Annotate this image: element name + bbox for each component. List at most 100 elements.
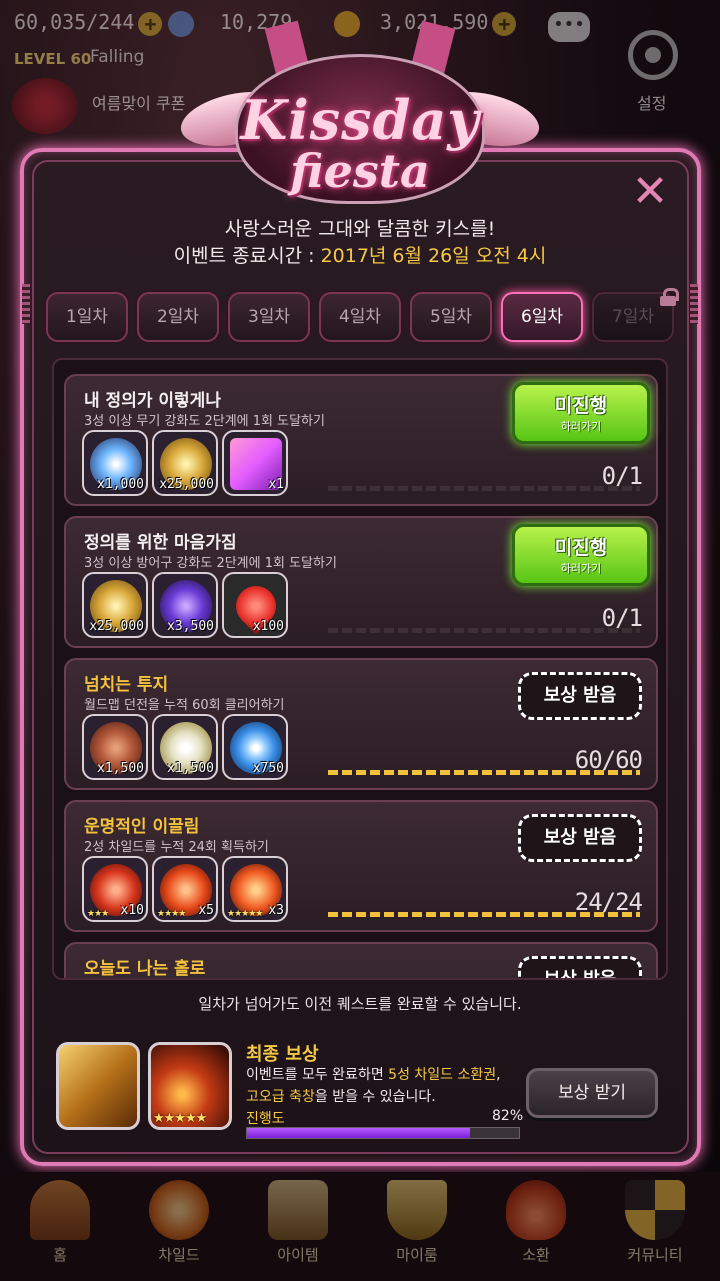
reward-claimed-button[interactable]: 보상 받음: [518, 814, 642, 862]
celebration-item-card-icon[interactable]: ★★★★★: [148, 1042, 232, 1130]
reward-count: x3: [268, 903, 284, 918]
quest-progress-bar: [328, 628, 640, 633]
nav-child[interactable]: 차일드: [124, 1180, 234, 1280]
desc-text: ,: [496, 1067, 501, 1083]
nav-label: 커뮤니티: [627, 1246, 683, 1264]
reward-slot[interactable]: ★★★★ x5: [152, 856, 218, 922]
event-rose-icon[interactable]: [12, 78, 78, 134]
desc-text: 을 받을 수 있습니다.: [314, 1089, 436, 1105]
quest-card: 운명적인 이끌림 2성 차일드를 누적 24회 획득하기 ★★★ x10 ★★★…: [64, 800, 658, 932]
player-name: Falling: [90, 47, 145, 67]
nav-community[interactable]: 커뮤니티: [600, 1180, 710, 1280]
nav-label: 아이템: [277, 1246, 319, 1264]
tab-day-6[interactable]: 6일차: [501, 292, 583, 342]
final-reward-panel: ★★★★★ 최종 보상 이벤트를 모두 완료하면 5성 차일드 소환권, 고오급 …: [56, 1042, 676, 1142]
summon-ticket-card-icon[interactable]: [56, 1042, 140, 1130]
reward-slot[interactable]: x750: [222, 714, 288, 780]
reward-claimed-button[interactable]: 보상 받음: [518, 672, 642, 720]
child-flame-icon: [149, 1180, 209, 1240]
settings-label: 설정: [637, 94, 667, 113]
tab-day-4[interactable]: 4일차: [319, 292, 401, 342]
quest-progress-bar: [328, 486, 640, 491]
chat-icon: •••: [553, 14, 585, 35]
desc-highlight: 5성 차일드 소환권: [388, 1067, 497, 1083]
reward-count: x10: [120, 903, 144, 918]
tab-day-2[interactable]: 2일차: [137, 292, 219, 342]
myroom-crown-icon: [387, 1180, 447, 1240]
game-screen: 60,035/244 + 10,279 3,021,590 + ••• LEVEL …: [0, 0, 720, 1281]
quest-note: 일차가 넘어가도 이전 퀘스트를 완료할 수 있습니다.: [198, 995, 522, 1013]
settings-gear-icon[interactable]: [628, 30, 678, 80]
button-main-label: 미진행: [554, 537, 608, 559]
frame-rivet-left: [22, 284, 30, 324]
quest-title: 운명적인 이끌림: [84, 817, 200, 837]
nav-home[interactable]: 홈: [5, 1180, 115, 1280]
reward-slot[interactable]: x1,500: [152, 714, 218, 780]
summon-flask-icon: [506, 1180, 566, 1240]
home-gate-icon: [30, 1180, 90, 1240]
add-stamina-button[interactable]: +: [138, 11, 163, 36]
reward-slot[interactable]: x1: [222, 430, 288, 496]
event-subtitle: 사랑스러운 그대와 달콤한 키스를!: [224, 218, 496, 240]
quest-progress-bar: [328, 770, 640, 775]
desc-highlight: 고오급 축창: [246, 1089, 315, 1105]
reward-claimed-button[interactable]: 보상 받음: [518, 956, 642, 978]
button-sub-label: 하러가기: [560, 420, 602, 433]
tab-day-1[interactable]: 1일차: [46, 292, 128, 342]
item-sword-shield-icon: [268, 1180, 328, 1240]
nav-myroom[interactable]: 마이룸: [362, 1180, 472, 1280]
reward-count: x3,500: [167, 619, 214, 634]
reward-slot[interactable]: x25,000: [82, 572, 148, 638]
event-logo: Kissday fiesta: [176, 20, 544, 204]
card-stars: ★★★★★: [153, 1111, 207, 1126]
quest-list[interactable]: 내 정의가 이렇게나 3성 이상 무기 강화도 2단계에 1회 도달하기 x1,…: [52, 358, 668, 980]
close-icon[interactable]: ✕: [628, 170, 672, 216]
nav-label: 홈: [53, 1246, 67, 1264]
quest-title: 넘치는 투지: [84, 675, 169, 695]
reward-stars: ★★★: [87, 909, 109, 919]
quest-card: 정의를 위한 마음가짐 3성 이상 방어구 강화도 2단계에 1회 도달하기 x…: [64, 516, 658, 648]
logo-title-line2: fiesta: [290, 144, 430, 198]
claim-final-reward-button[interactable]: 보상 받기: [526, 1068, 658, 1118]
reward-count: x5: [198, 903, 214, 918]
reward-slot[interactable]: x100: [222, 572, 288, 638]
tab-day-5[interactable]: 5일차: [410, 292, 492, 342]
lock-icon: [660, 288, 679, 306]
reward-slot[interactable]: x3,500: [152, 572, 218, 638]
reward-stars: ★★★★★: [227, 909, 263, 919]
quest-title: 오늘도 나는 홀로: [84, 959, 206, 979]
go-to-quest-button[interactable]: 미진행 하러가기: [512, 524, 650, 586]
reward-slot[interactable]: x25,000: [152, 430, 218, 496]
tab-day-3[interactable]: 3일차: [228, 292, 310, 342]
event-banner-text: 여름맞이 쿠폰: [92, 94, 186, 113]
reward-slot[interactable]: ★★★★★ x3: [222, 856, 288, 922]
event-end-time: 이벤트 종료시간 : 2017년 6월 26일 오전 4시: [0, 241, 720, 268]
nav-summon[interactable]: 소환: [481, 1180, 591, 1280]
chat-button[interactable]: •••: [548, 12, 590, 42]
button-sub-label: 하러가기: [560, 562, 602, 575]
reward-count: x25,000: [89, 619, 144, 634]
quest-title: 내 정의가 이렇게나: [84, 391, 221, 411]
community-shield-icon: [625, 1180, 685, 1240]
reward-slot[interactable]: x1,500: [82, 714, 148, 780]
quest-progress-bar: [328, 912, 640, 917]
reward-slot[interactable]: ★★★ x10: [82, 856, 148, 922]
nav-label: 마이룸: [396, 1246, 438, 1264]
quest-card: 넘치는 투지 월드맵 던전을 누적 60회 클리어하기 x1,500 x1,50…: [64, 658, 658, 790]
reward-stars: ★★★★: [157, 909, 186, 919]
go-to-quest-button[interactable]: 미진행 하러가기: [512, 382, 650, 444]
player-level: LEVEL 60: [14, 50, 92, 68]
button-main-label: 미진행: [554, 395, 608, 417]
reward-slot[interactable]: x1,000: [82, 430, 148, 496]
quest-title: 정의를 위한 마음가짐: [84, 533, 237, 553]
quest-description: 2성 차일드를 누적 24회 획득하기: [84, 840, 269, 855]
end-time-label: 이벤트 종료시간 :: [173, 245, 321, 267]
quest-card: 내 정의가 이렇게나 3성 이상 무기 강화도 2단계에 1회 도달하기 x1,…: [64, 374, 658, 506]
quest-progress-fill: [328, 770, 640, 775]
quest-description: 3성 이상 무기 강화도 2단계에 1회 도달하기: [84, 414, 325, 429]
quest-description: 3성 이상 방어구 강화도 2단계에 1회 도달하기: [84, 556, 337, 571]
nav-item[interactable]: 아이템: [243, 1180, 353, 1280]
day-tabs: 1일차 2일차 3일차 4일차 5일차 6일차 7일차: [46, 292, 686, 344]
final-reward-description: 이벤트를 모두 완료하면 5성 차일드 소환권, 고오급 축창을 받을 수 있습니…: [246, 1064, 536, 1108]
quest-progress-fill: [328, 912, 640, 917]
